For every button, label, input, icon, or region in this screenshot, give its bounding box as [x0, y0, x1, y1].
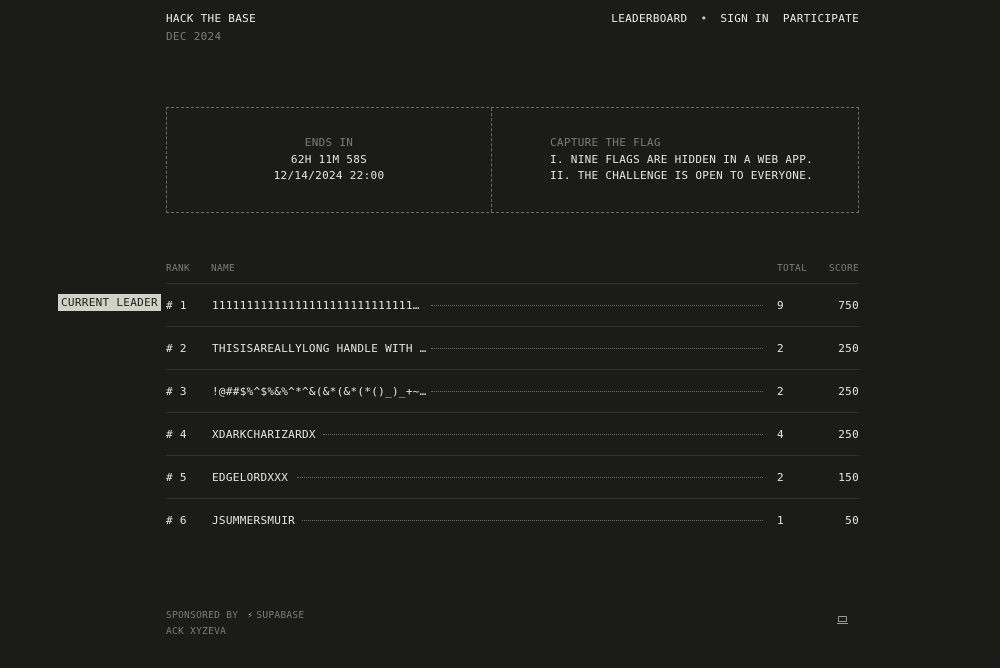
row-dotted-leader	[431, 391, 763, 392]
row-rank: # 2	[166, 342, 187, 355]
column-header-name: NAME	[211, 263, 236, 274]
row-dotted-leader	[323, 434, 763, 435]
sponsor-line: SPONSORED BY ⚡ SUPABASE	[166, 608, 859, 624]
row-total: 1	[777, 514, 784, 527]
row-dotted-leader	[431, 348, 763, 349]
row-total: 2	[777, 342, 784, 355]
brand-date: DEC 2024	[166, 30, 222, 43]
row-rank: # 6	[166, 514, 187, 527]
table-row[interactable]: # 6 JSUMMERSMUIR 1 50	[166, 499, 859, 542]
row-rank: # 5	[166, 471, 187, 484]
row-name: JSUMMERSMUIR	[212, 514, 296, 527]
countdown-remaining: 62H 11M 58S	[290, 152, 368, 166]
row-dotted-leader	[297, 477, 763, 478]
row-score: 750	[838, 299, 859, 312]
table-row[interactable]: CURRENT LEADER # 1 111111111111111111111…	[58, 284, 859, 327]
nav-participate-link[interactable]: PARTICIPATE	[783, 12, 859, 25]
row-total: 2	[777, 385, 784, 398]
ack-line[interactable]: ACK XYZEVA	[166, 624, 859, 640]
row-total: 4	[777, 428, 784, 441]
nav-sign-in-link[interactable]: SIGN IN	[720, 12, 768, 25]
page: HACK THE BASE DEC 2024 LEADERBOARD • SIG…	[0, 0, 1000, 668]
row-total: 9	[777, 299, 784, 312]
bolt-icon: ⚡	[247, 610, 254, 621]
row-name: !@##$%^$%&%^*^&(&*(&*(*()_)_+~…	[212, 385, 427, 398]
header: HACK THE BASE DEC 2024 LEADERBOARD • SIG…	[166, 12, 859, 43]
row-rank: # 3	[166, 385, 187, 398]
ctf-title: CAPTURE THE FLAG	[550, 136, 661, 150]
table-row[interactable]: # 2 THISISAREALLYLONG HANDLE WITH … 2 25…	[166, 327, 859, 370]
row-total: 2	[777, 471, 784, 484]
countdown-end-time: 12/14/2024 22:00	[273, 169, 385, 183]
row-rank: # 4	[166, 428, 187, 441]
row-dotted-leader	[302, 520, 763, 521]
nav-separator: •	[700, 12, 708, 25]
ctf-rule: II. THE CHALLENGE IS OPEN TO EVERYONE.	[550, 169, 814, 183]
sponsored-by-label: SPONSORED BY	[166, 610, 239, 621]
column-header-rank: RANK	[166, 263, 191, 274]
nav-leaderboard-link[interactable]: LEADERBOARD	[611, 12, 687, 25]
countdown-label: ENDS IN	[304, 136, 354, 150]
column-header-score: SCORE	[828, 263, 859, 274]
ctf-rule: I. NINE FLAGS ARE HIDDEN IN A WEB APP.	[550, 152, 814, 166]
row-score: 250	[838, 342, 859, 355]
table-row[interactable]: # 4 XDARKCHARIZARDX 4 250	[166, 413, 859, 456]
table-header: RANK NAME TOTAL SCORE	[166, 258, 859, 284]
table-row[interactable]: # 3 !@##$%^$%&%^*^&(&*(&*(*()_)_+~… 2 25…	[166, 370, 859, 413]
table-row[interactable]: # 5 EDGELORDXXX 2 150	[166, 456, 859, 499]
row-score: 250	[838, 428, 859, 441]
row-score: 250	[838, 385, 859, 398]
sponsor-link[interactable]: SUPABASE	[256, 610, 304, 621]
current-leader-badge: CURRENT LEADER	[58, 294, 161, 311]
row-rank: # 1	[166, 299, 187, 312]
laptop-icon[interactable]	[837, 616, 848, 624]
column-header-total: TOTAL	[777, 263, 808, 274]
row-name: THISISAREALLYLONG HANDLE WITH …	[212, 342, 427, 355]
footer: SPONSORED BY ⚡ SUPABASE ACK XYZEVA	[166, 608, 859, 640]
row-name: 11111111111111111111111111111…	[212, 299, 420, 312]
row-dotted-leader	[431, 305, 763, 306]
countdown-panel: ENDS IN 62H 11M 58S 12/14/2024 22:00	[167, 108, 492, 212]
row-score: 50	[845, 514, 859, 527]
leaderboard-table: RANK NAME TOTAL SCORE CURRENT LEADER # 1…	[58, 258, 859, 542]
ctf-rules-panel: CAPTURE THE FLAG I. NINE FLAGS ARE HIDDE…	[492, 108, 858, 212]
row-name: EDGELORDXXX	[212, 471, 289, 484]
row-score: 150	[838, 471, 859, 484]
top-nav: LEADERBOARD • SIGN IN PARTICIPATE	[611, 12, 859, 25]
row-name: XDARKCHARIZARDX	[212, 428, 316, 441]
info-panel: ENDS IN 62H 11M 58S 12/14/2024 22:00 CAP…	[166, 107, 859, 213]
